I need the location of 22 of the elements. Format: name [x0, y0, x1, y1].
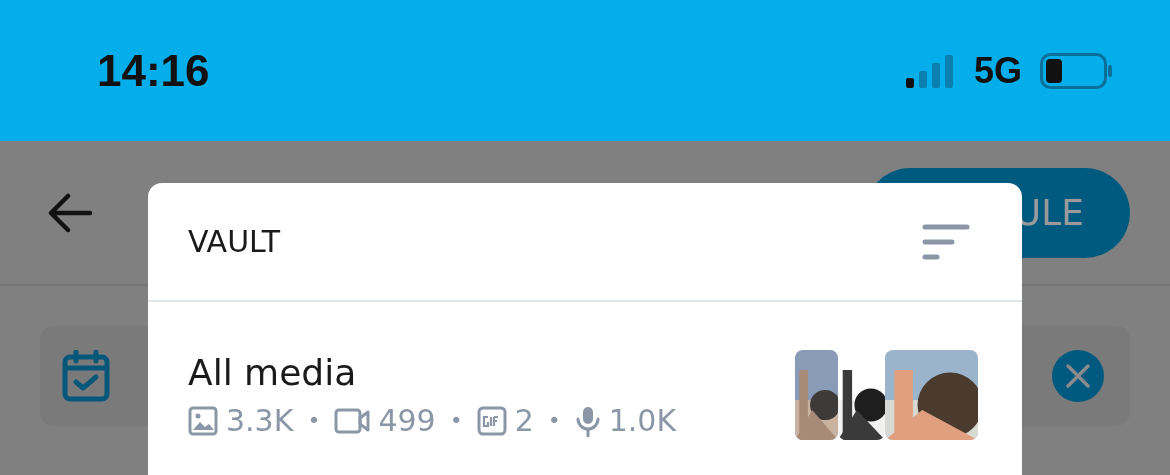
- separator-dot: •: [449, 408, 463, 433]
- media-count: 2: [514, 403, 534, 438]
- clock-time: 14:16: [97, 45, 210, 96]
- close-button[interactable]: [1052, 350, 1104, 402]
- battery-icon: [1040, 52, 1114, 89]
- signal-icon: [905, 53, 956, 88]
- microphone-icon: [574, 404, 601, 437]
- image-icon: [188, 405, 218, 436]
- item-title: All media: [188, 352, 358, 393]
- media-count: 499: [378, 403, 436, 438]
- close-icon: [1065, 363, 1091, 389]
- back-arrow-icon[interactable]: [48, 192, 92, 233]
- media-count: 3.3K: [226, 403, 294, 438]
- calendar-check-icon: [62, 350, 110, 402]
- video-camera-icon: [334, 406, 371, 435]
- dialog-title: VAULT: [188, 224, 280, 259]
- gif-icon: [476, 405, 507, 436]
- media-count: 1.0K: [608, 403, 677, 438]
- network-label: 5G: [973, 49, 1022, 92]
- separator-dot: •: [547, 408, 561, 433]
- separator-dot: •: [307, 408, 321, 433]
- sort-icon[interactable]: [922, 223, 970, 260]
